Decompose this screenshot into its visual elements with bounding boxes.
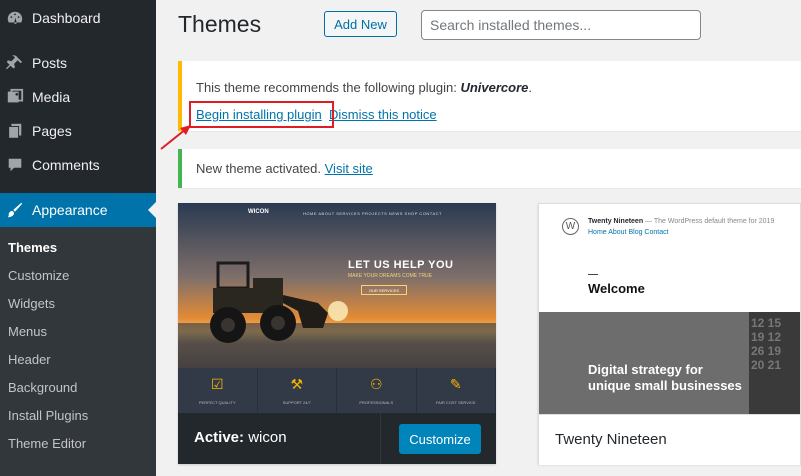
preview-hero: Digital strategy for unique small busine…	[539, 312, 800, 414]
theme-screenshot[interactable]: W Twenty Nineteen — The WordPress defaul…	[539, 204, 800, 414]
menu-item-pages[interactable]: Pages	[0, 114, 156, 148]
page-title: Themes	[178, 11, 262, 37]
brush-icon	[5, 200, 25, 220]
media-icon	[5, 87, 25, 107]
submenu-widgets[interactable]: Widgets	[8, 294, 55, 314]
preview-header: W Twenty Nineteen — The WordPress defaul…	[539, 204, 800, 312]
support-icon: ⚒	[290, 376, 304, 392]
admin-sidebar: Dashboard Posts Media Pages Comments App…	[0, 0, 156, 476]
add-new-button[interactable]: Add New	[324, 11, 397, 37]
preview-headline: LET US HELP YOU	[348, 259, 454, 271]
theme-footer: Twenty Nineteen	[539, 414, 800, 465]
menu-label: Dashboard	[32, 10, 101, 26]
calendar-photo: 12 15 19 12 26 19 20 21	[749, 312, 800, 414]
submenu-themes[interactable]: Themes	[8, 238, 57, 258]
activated-text: New theme activated.	[196, 161, 325, 176]
feature-cell: ☑ PERFECT QUALITY	[178, 368, 258, 413]
preview-logo: WICON	[248, 209, 269, 215]
theme-activated-notice: New theme activated. Visit site	[178, 149, 801, 188]
site-description: — The WordPress default theme for 2019	[643, 218, 775, 225]
dashboard-icon	[5, 8, 25, 28]
highlight-box	[189, 101, 334, 128]
pin-icon	[5, 53, 25, 73]
feature-cell: ✎ FAIR COST SERVICE	[417, 368, 496, 413]
theme-name: wicon	[248, 429, 287, 446]
appearance-submenu: Themes Customize Widgets Menus Header Ba…	[0, 227, 156, 476]
hero-background	[178, 203, 496, 368]
theme-card-wicon[interactable]: WICON HOME ABOUT SERVICES PROJECTS NEWS …	[178, 203, 496, 464]
feature-label: PROFESSIONALS	[359, 400, 394, 405]
divider	[588, 274, 598, 275]
notice-prefix: This theme recommends the following plug…	[196, 80, 461, 95]
preview-site-title: Twenty Nineteen — The WordPress default …	[588, 218, 774, 225]
menu-label: Appearance	[32, 202, 108, 218]
cost-icon: ✎	[449, 376, 462, 392]
pages-icon	[5, 121, 25, 141]
footer-divider	[380, 413, 381, 464]
feature-label: PERFECT QUALITY	[198, 400, 236, 405]
menu-label: Pages	[32, 123, 72, 139]
menu-label: Posts	[32, 55, 68, 71]
preview-welcome: Welcome	[588, 281, 645, 296]
theme-name: Twenty Nineteen	[555, 431, 667, 448]
notice-suffix: .	[528, 80, 533, 95]
theme-card-twenty-nineteen[interactable]: W Twenty Nineteen — The WordPress defaul…	[538, 203, 801, 465]
preview-nav-links: HOME ABOUT SERVICES PROJECTS NEWS SHOP C…	[303, 211, 442, 216]
menu-item-posts[interactable]: Posts	[0, 46, 156, 80]
preview-button: OUR SERVICES	[361, 285, 407, 295]
customize-button[interactable]: Customize	[399, 424, 481, 454]
notice-text: This theme recommends the following plug…	[196, 80, 532, 95]
tagline-line: Digital strategy for	[588, 362, 703, 377]
preview-menu: Home About Blog Contact	[588, 229, 669, 236]
theme-footer: Active: wicon Customize	[178, 413, 496, 464]
visit-site-link[interactable]: Visit site	[325, 161, 373, 176]
preview-subheadline: MAKE YOUR DREAMS COME TRUE	[348, 273, 432, 279]
submenu-install-plugins[interactable]: Install Plugins	[8, 406, 88, 426]
dismiss-notice-link[interactable]: Dismiss this notice	[329, 107, 437, 122]
theme-screenshot[interactable]: WICON HOME ABOUT SERVICES PROJECTS NEWS …	[178, 203, 496, 413]
site-title-text: Twenty Nineteen	[588, 218, 644, 225]
active-label: Active:	[194, 429, 245, 446]
wordpress-logo-icon: W	[562, 218, 579, 235]
submenu-background[interactable]: Background	[8, 378, 77, 398]
bulldozer-image	[178, 261, 496, 368]
menu-item-appearance[interactable]: Appearance	[0, 193, 156, 227]
preview-navbar: WICON HOME ABOUT SERVICES PROJECTS NEWS …	[178, 203, 496, 223]
submenu-header[interactable]: Header	[8, 350, 51, 370]
notice-text: New theme activated. Visit site	[196, 161, 373, 176]
submenu-customize[interactable]: Customize	[8, 266, 69, 286]
menu-label: Comments	[32, 157, 100, 173]
feature-label: FAIR COST SERVICE	[435, 400, 476, 405]
menu-item-dashboard[interactable]: Dashboard	[0, 1, 156, 35]
preview-tagline: Digital strategy for unique small busine…	[588, 362, 742, 394]
menu-label: Media	[32, 89, 71, 105]
feature-label: SUPPORT 24/7	[282, 400, 311, 405]
team-icon: ⚇	[369, 376, 383, 392]
quality-icon: ☑	[210, 376, 224, 392]
active-theme-name: Active: wicon	[194, 429, 287, 446]
tagline-line: unique small businesses	[588, 378, 742, 393]
red-arrow-icon	[160, 125, 191, 150]
menu-item-comments[interactable]: Comments	[0, 148, 156, 182]
feature-cell: ⚒ SUPPORT 24/7	[258, 368, 337, 413]
feature-cell: ⚇ PROFESSIONALS	[337, 368, 417, 413]
preview-features: ☑ PERFECT QUALITY ⚒ SUPPORT 24/7 ⚇ PROFESSI…	[178, 368, 496, 413]
menu-item-media[interactable]: Media	[0, 80, 156, 114]
submenu-menus[interactable]: Menus	[8, 322, 47, 342]
search-themes-input[interactable]	[421, 10, 701, 40]
submenu-theme-editor[interactable]: Theme Editor	[8, 434, 86, 454]
comments-icon	[5, 155, 25, 175]
plugin-name: Univercore	[460, 80, 529, 95]
